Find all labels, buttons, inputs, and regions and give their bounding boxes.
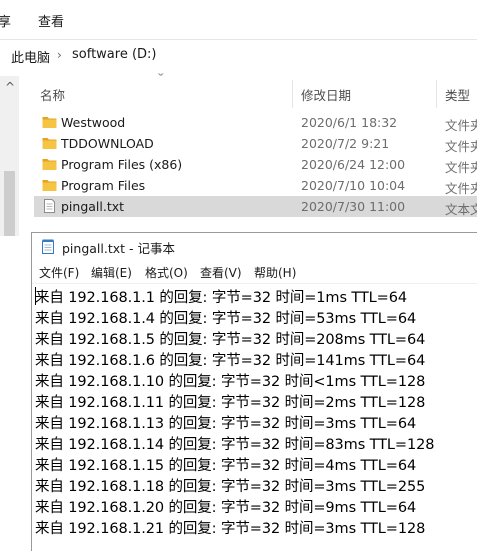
- file-name: TDDOWNLOAD: [61, 136, 154, 151]
- file-row[interactable]: Program Files (x86) 2020/6/24 12:00 文件夹: [34, 154, 477, 175]
- file-type: 文件夹: [445, 160, 477, 175]
- menu-view[interactable]: 查看(V): [200, 264, 242, 281]
- notepad-text-area[interactable]: 来自 192.168.1.1 的回复: 字节=32 时间=1ms TTL=64 来…: [32, 283, 477, 551]
- notepad-titlebar[interactable]: pingall.txt - 记事本: [32, 233, 477, 260]
- menu-edit[interactable]: 编辑(E): [91, 264, 132, 281]
- ribbon-tab-share[interactable]: 享: [0, 11, 11, 30]
- file-name: Program Files (x86): [61, 157, 183, 172]
- text-line: 来自 192.168.1.18 的回复: 字节=32 时间=3ms TTL=25…: [35, 479, 426, 495]
- file-type: 文件夹: [445, 118, 477, 133]
- file-type: 文本文档: [445, 202, 477, 217]
- menu-file[interactable]: 文件(F): [39, 264, 79, 281]
- notepad-menubar: 文件(F) 编辑(E) 格式(O) 查看(V) 帮助(H): [32, 261, 477, 283]
- folder-icon: [42, 159, 57, 170]
- column-divider[interactable]: [436, 80, 437, 108]
- file-row[interactable]: Westwood 2020/6/1 18:32 文件夹: [34, 112, 477, 133]
- breadcrumb-this-pc[interactable]: 此电脑: [11, 47, 50, 66]
- column-header-name[interactable]: 名称: [40, 85, 65, 104]
- breadcrumb-drive[interactable]: software (D:): [72, 47, 157, 62]
- text-line: 来自 192.168.1.13 的回复: 字节=32 时间=3ms TTL=64: [35, 416, 417, 432]
- ribbon: 享 查看: [0, 0, 477, 40]
- file-modified-date: 2020/6/24 12:00: [301, 157, 406, 172]
- breadcrumb-chevron-icon[interactable]: ›: [57, 48, 62, 62]
- folder-icon: [42, 180, 57, 191]
- notepad-icon: [42, 239, 54, 254]
- file-name: Westwood: [61, 115, 126, 130]
- file-modified-date: 2020/7/10 10:04: [301, 178, 406, 193]
- ribbon-tab-view[interactable]: 查看: [38, 11, 64, 30]
- folder-icon: [42, 117, 57, 128]
- column-divider[interactable]: [292, 80, 293, 108]
- file-type: 文件夹: [445, 139, 477, 154]
- file-row[interactable]: Program Files 2020/7/10 10:04 文件夹: [34, 175, 477, 196]
- file-modified-date: 2020/7/2 9:21: [301, 136, 390, 151]
- file-row[interactable]: pingall.txt 2020/7/30 11:00 文本文档: [34, 196, 477, 217]
- file-modified-date: 2020/6/1 18:32: [301, 115, 398, 130]
- notepad-title: pingall.txt - 记事本: [62, 241, 176, 256]
- column-header-type[interactable]: 类型: [445, 85, 470, 104]
- folder-icon: [42, 138, 57, 149]
- scroll-up-arrow-icon[interactable]: ^: [5, 80, 15, 94]
- scrollbar-thumb[interactable]: [4, 171, 15, 236]
- text-line: 来自 192.168.1.1 的回复: 字节=32 时间=1ms TTL=64: [35, 290, 407, 306]
- address-bar[interactable]: 此电脑 › software (D:): [0, 42, 477, 70]
- text-line: 来自 192.168.1.14 的回复: 字节=32 时间=83ms TTL=1…: [35, 437, 435, 453]
- text-line: 来自 192.168.1.15 的回复: 字节=32 时间=4ms TTL=64: [35, 458, 417, 474]
- file-row[interactable]: TDDOWNLOAD 2020/7/2 9:21 文件夹: [34, 133, 477, 154]
- column-header-date[interactable]: 修改日期: [301, 85, 351, 104]
- navigation-pane-scrollbar[interactable]: ^: [0, 76, 19, 236]
- text-line: 来自 192.168.1.21 的回复: 字节=32 时间=3ms TTL=12…: [35, 521, 426, 537]
- notepad-window: pingall.txt - 记事本 文件(F) 编辑(E) 格式(O) 查看(V…: [31, 232, 477, 551]
- sort-chevron-icon: ˇ: [156, 72, 166, 85]
- file-name: Program Files: [61, 178, 146, 193]
- text-line: 来自 192.168.1.5 的回复: 字节=32 时间=208ms TTL=6…: [35, 332, 426, 348]
- menu-format[interactable]: 格式(O): [145, 264, 188, 281]
- text-line: 来自 192.168.1.11 的回复: 字节=32 时间=2ms TTL=12…: [35, 395, 426, 411]
- text-line: 来自 192.168.1.10 的回复: 字节=32 时间<1ms TTL=12…: [35, 374, 426, 390]
- file-modified-date: 2020/7/30 11:00: [301, 199, 406, 214]
- text-line: 来自 192.168.1.20 的回复: 字节=32 时间=9ms TTL=64: [35, 500, 417, 516]
- file-name: pingall.txt: [61, 199, 125, 214]
- text-line: 来自 192.168.1.4 的回复: 字节=32 时间=53ms TTL=64: [35, 311, 417, 327]
- text-file-icon: [44, 199, 55, 213]
- file-type: 文件夹: [445, 181, 477, 196]
- text-line: 来自 192.168.1.6 的回复: 字节=32 时间=141ms TTL=6…: [35, 353, 426, 369]
- menu-help[interactable]: 帮助(H): [254, 264, 296, 281]
